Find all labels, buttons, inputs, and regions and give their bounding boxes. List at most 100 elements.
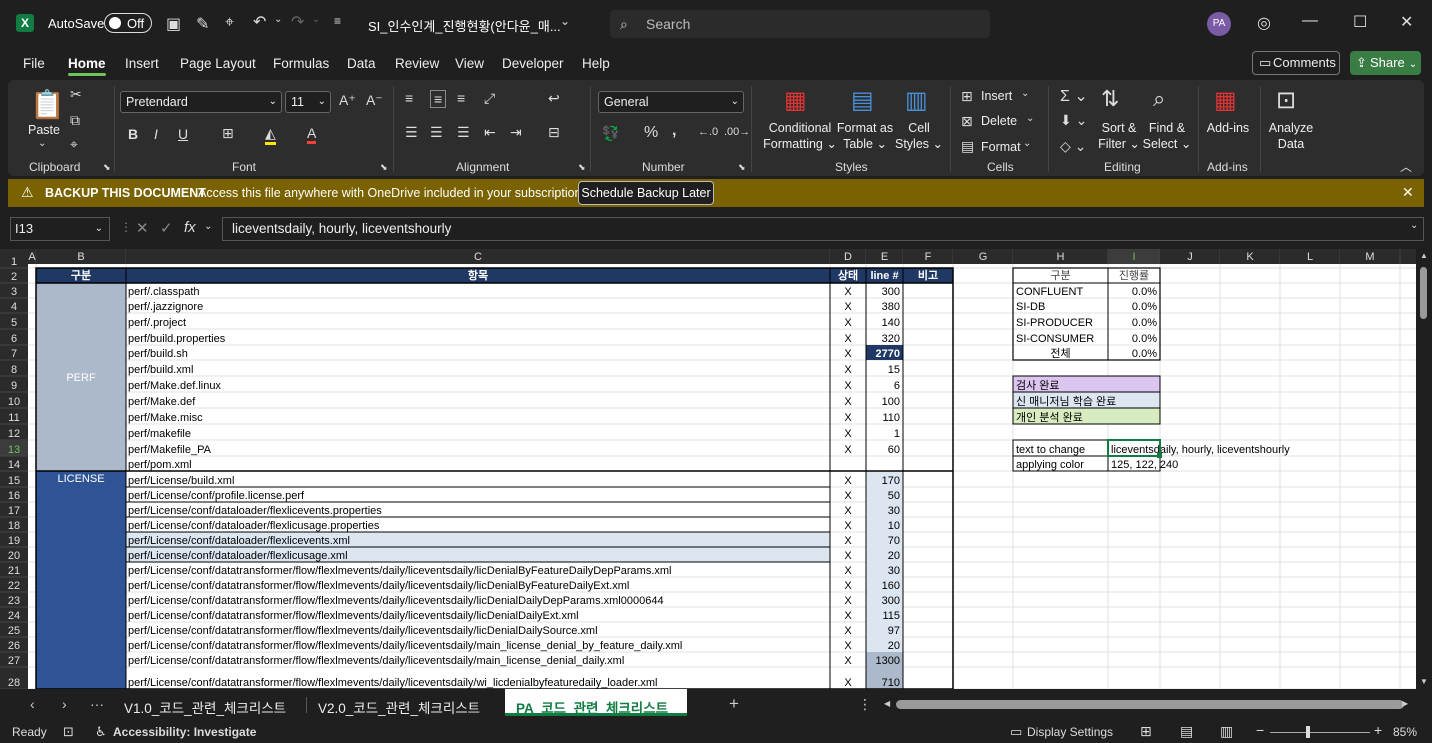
redo-icon[interactable]: ↷ <box>291 12 304 32</box>
paste-button[interactable]: Paste <box>28 122 60 138</box>
macro-record-icon[interactable]: ⊡ <box>63 724 74 740</box>
delete-cells-button[interactable]: Delete <box>981 113 1017 129</box>
wrap-text-icon[interactable]: ↩ <box>548 90 560 107</box>
minimize-icon[interactable]: — <box>1302 12 1318 30</box>
bold-button[interactable]: B <box>128 126 138 142</box>
format-as-table-button[interactable]: Format as Table ⌄ <box>834 120 896 152</box>
analyze-data-button[interactable]: Analyze Data <box>1264 120 1318 152</box>
zoom-in-icon[interactable]: + <box>1374 722 1382 738</box>
addins-icon[interactable]: ▦ <box>1214 86 1237 115</box>
more-sheets-icon[interactable]: ··· <box>90 696 104 712</box>
fill-icon[interactable]: ⬇ ⌄ <box>1060 112 1087 129</box>
scroll-left-icon[interactable]: ◀ <box>884 699 890 708</box>
fill-color-icon[interactable]: ◭ <box>265 125 276 145</box>
sort-filter-button[interactable]: Sort & Filter ⌄ <box>1094 120 1144 152</box>
insert-cells-button[interactable]: Insert <box>981 88 1012 104</box>
comma-button[interactable]: , <box>672 122 676 140</box>
schedule-backup-button[interactable]: Schedule Backup Later <box>578 181 714 205</box>
avatar[interactable]: PA <box>1207 12 1231 36</box>
delete-dropdown-icon[interactable]: ⌄ <box>1026 113 1034 124</box>
accessibility-status[interactable]: Accessibility: Investigate <box>113 725 256 739</box>
cut-icon[interactable]: ✂ <box>70 86 82 103</box>
decrease-indent-icon[interactable]: ⇤ <box>484 124 496 141</box>
lightbulb-icon[interactable]: ◎ <box>1257 13 1271 33</box>
orientation-icon[interactable]: ⤢ <box>484 90 495 107</box>
banner-close-icon[interactable]: ✕ <box>1402 184 1414 201</box>
zoom-slider-thumb[interactable] <box>1306 726 1310 738</box>
customize-toolbar-icon[interactable]: ≡ <box>334 14 341 28</box>
align-right-icon[interactable]: ☰ <box>457 124 470 141</box>
conditional-formatting-button[interactable]: Conditional Formatting ⌄ <box>760 120 840 152</box>
clear-icon[interactable]: ◇ ⌄ <box>1060 138 1086 155</box>
search-box[interactable]: ⌕ Search <box>610 10 990 38</box>
cell-styles-button[interactable]: Cell Styles ⌄ <box>895 120 943 152</box>
format-cells-icon[interactable]: ▤ <box>961 138 974 155</box>
paste-icon[interactable]: 📋 <box>30 88 65 121</box>
menu-developer[interactable]: Developer <box>502 56 564 71</box>
analyze-data-icon[interactable]: ⊡ <box>1276 86 1296 115</box>
find-select-icon[interactable]: ⌕ <box>1153 86 1165 112</box>
spreadsheet-grid[interactable]: A B C D E F G H I J K L M 1 2 3 4 5 6 7 8 9 10 11 12 13 14 15 16 17 18… <box>0 249 1416 689</box>
menu-home[interactable]: Home <box>68 56 106 71</box>
maximize-icon[interactable]: ☐ <box>1353 12 1367 32</box>
number-format-select[interactable]: General ⌄ <box>598 91 744 113</box>
format-painter-icon[interactable]: ⌖ <box>70 136 78 153</box>
format-painter-icon[interactable]: ⌖ <box>225 14 234 32</box>
vertical-scrollbar[interactable]: ▲ ▼ <box>1416 249 1432 689</box>
comments-button[interactable]: ▭ Comments <box>1252 51 1340 75</box>
font-color-icon[interactable]: A <box>307 125 317 144</box>
accessibility-icon[interactable]: ♿ <box>95 724 107 740</box>
menu-review[interactable]: Review <box>395 56 439 71</box>
cancel-entry-icon[interactable]: ✕ <box>136 219 149 237</box>
font-launcher-icon[interactable]: ⬊ <box>380 162 388 173</box>
display-settings-icon[interactable]: ▭ <box>1010 724 1022 740</box>
delete-cells-icon[interactable]: ⊠ <box>961 113 973 130</box>
insert-function-button[interactable]: fx <box>184 219 196 236</box>
number-launcher-icon[interactable]: ⬊ <box>738 162 746 173</box>
normal-view-icon[interactable]: ⊞ <box>1140 723 1152 740</box>
confirm-entry-icon[interactable]: ✓ <box>160 219 173 237</box>
close-icon[interactable]: ✕ <box>1400 12 1413 32</box>
page-layout-view-icon[interactable]: ▤ <box>1180 723 1193 740</box>
menu-insert[interactable]: Insert <box>125 56 159 71</box>
autosum-icon[interactable]: Σ ⌄ <box>1060 86 1088 106</box>
clipboard-launcher-icon[interactable]: ⬊ <box>103 162 111 173</box>
format-cells-button[interactable]: Format <box>981 139 1021 155</box>
find-select-button[interactable]: Find & Select ⌄ <box>1142 120 1192 152</box>
document-title[interactable]: SI_인수인계_진행현황(안다윤_매... <box>368 16 561 35</box>
cell-styles-icon[interactable]: ▥ <box>905 86 928 115</box>
align-middle-icon[interactable]: ≡ <box>430 90 447 108</box>
autosave-toggle[interactable]: Off <box>104 13 152 33</box>
scroll-up-icon[interactable]: ▲ <box>1420 251 1428 260</box>
align-top-icon[interactable]: ≡ <box>405 90 413 106</box>
align-left-icon[interactable]: ☰ <box>405 124 418 141</box>
save-as-icon[interactable]: ✎ <box>196 14 209 34</box>
sheet-tab-pa[interactable]: PA_코드_관련_체크리스트 <box>516 697 668 717</box>
format-dropdown-icon[interactable]: ⌄ <box>1023 138 1031 149</box>
align-bottom-icon[interactable]: ≡ <box>457 90 465 106</box>
function-dropdown-icon[interactable]: ⌄ <box>204 221 212 232</box>
page-break-view-icon[interactable]: ▥ <box>1220 723 1233 740</box>
save-icon[interactable]: ▣ <box>166 14 181 34</box>
undo-dropdown-icon[interactable]: ⌄ <box>274 14 282 25</box>
increase-decimal-icon[interactable]: ←.0 <box>698 126 718 138</box>
italic-button[interactable]: I <box>154 126 158 142</box>
merge-center-icon[interactable]: ⊟ <box>548 124 560 141</box>
add-sheet-icon[interactable]: + <box>729 694 739 714</box>
formula-input[interactable]: liceventsdaily, hourly, liceventshourly <box>222 217 1424 241</box>
title-dropdown-icon[interactable]: ⌄ <box>560 14 570 28</box>
alignment-launcher-icon[interactable]: ⬊ <box>578 162 586 173</box>
scroll-right-icon[interactable]: ▶ <box>1402 699 1408 708</box>
menu-file[interactable]: File <box>23 56 45 71</box>
collapse-ribbon-icon[interactable]: ︿ <box>1400 158 1412 175</box>
undo-icon[interactable]: ↶ <box>253 12 266 32</box>
sheet-tab-v1[interactable]: V1.0_코드_관련_체크리스트 <box>124 697 286 717</box>
share-button[interactable]: ⇪ Share ⌄ <box>1350 51 1421 75</box>
format-as-table-icon[interactable]: ▤ <box>851 86 874 115</box>
decrease-decimal-icon[interactable]: .00→ <box>724 126 750 138</box>
expand-formula-icon[interactable]: ⌄ <box>1410 220 1418 231</box>
sheet-tab-v2[interactable]: V2.0_코드_관련_체크리스트 <box>318 697 480 717</box>
sort-filter-icon[interactable]: ⇅ <box>1101 86 1119 112</box>
horizontal-scroll-thumb[interactable] <box>896 700 1404 709</box>
decrease-font-icon[interactable]: A⁻ <box>366 92 383 109</box>
